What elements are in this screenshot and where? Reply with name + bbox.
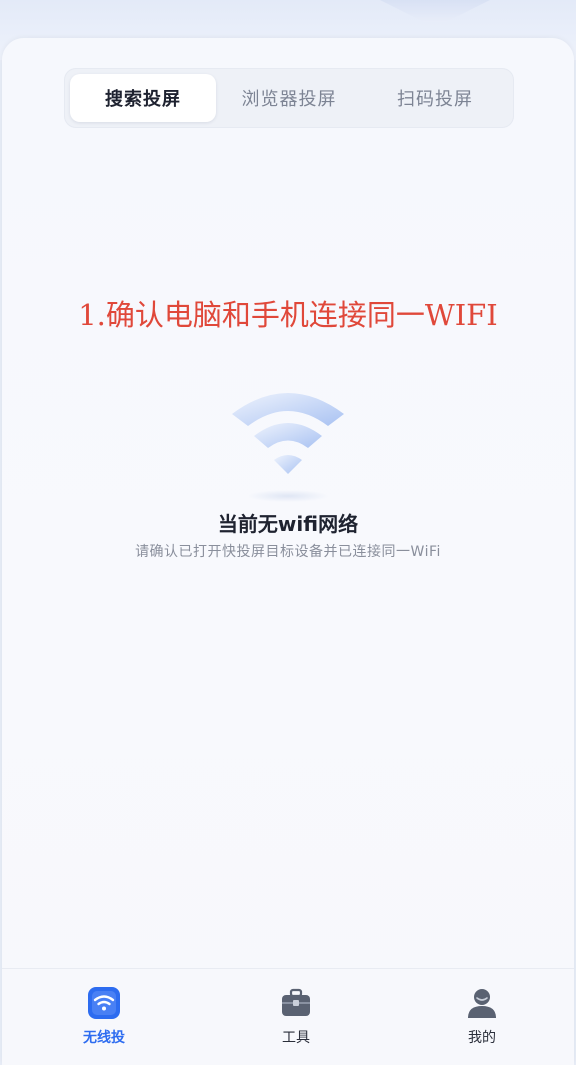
wifi-icon xyxy=(220,378,356,508)
user-icon xyxy=(462,983,502,1023)
tab-label-tools: 工具 xyxy=(282,1030,310,1046)
toolbox-icon xyxy=(276,983,316,1023)
empty-state-description: 请确认已打开快投屏目标设备并已连接同一WiFi xyxy=(135,544,441,560)
bottom-tab-bar: 无线投 工具 我的 xyxy=(2,968,574,1065)
tab-wireless-cast[interactable]: 无线投 xyxy=(44,983,164,1055)
tab-label-mine: 我的 xyxy=(468,1030,496,1046)
tab-search-cast[interactable]: 搜索投屏 xyxy=(70,74,216,122)
tab-mine[interactable]: 我的 xyxy=(422,983,542,1055)
instruction-annotation: 1.确认电脑和手机连接同一WIFI xyxy=(78,298,498,332)
tab-tools[interactable]: 工具 xyxy=(236,983,356,1055)
cast-mode-switch: 搜索投屏 浏览器投屏 扫码投屏 xyxy=(64,68,514,128)
tab-label-wireless: 无线投 xyxy=(83,1030,125,1046)
wifi-box-icon xyxy=(84,983,124,1023)
tab-scan-cast[interactable]: 扫码投屏 xyxy=(362,74,508,122)
tab-browser-cast[interactable]: 浏览器投屏 xyxy=(216,74,362,122)
empty-state-title: 当前无wifi网络 xyxy=(217,512,359,536)
